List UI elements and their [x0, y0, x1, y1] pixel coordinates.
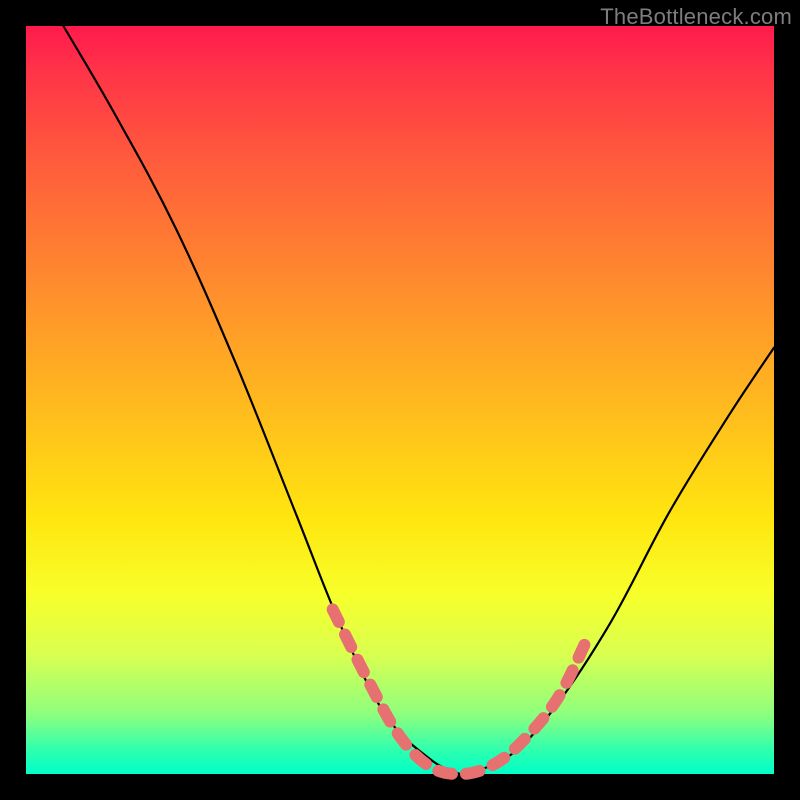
chart-plot-area	[26, 26, 774, 774]
series-left-curve	[63, 26, 459, 774]
watermark-text: TheBottleneck.com	[600, 4, 792, 30]
highlight-dots	[333, 609, 587, 774]
series-right-curve	[460, 348, 774, 774]
chart-svg	[26, 26, 774, 774]
